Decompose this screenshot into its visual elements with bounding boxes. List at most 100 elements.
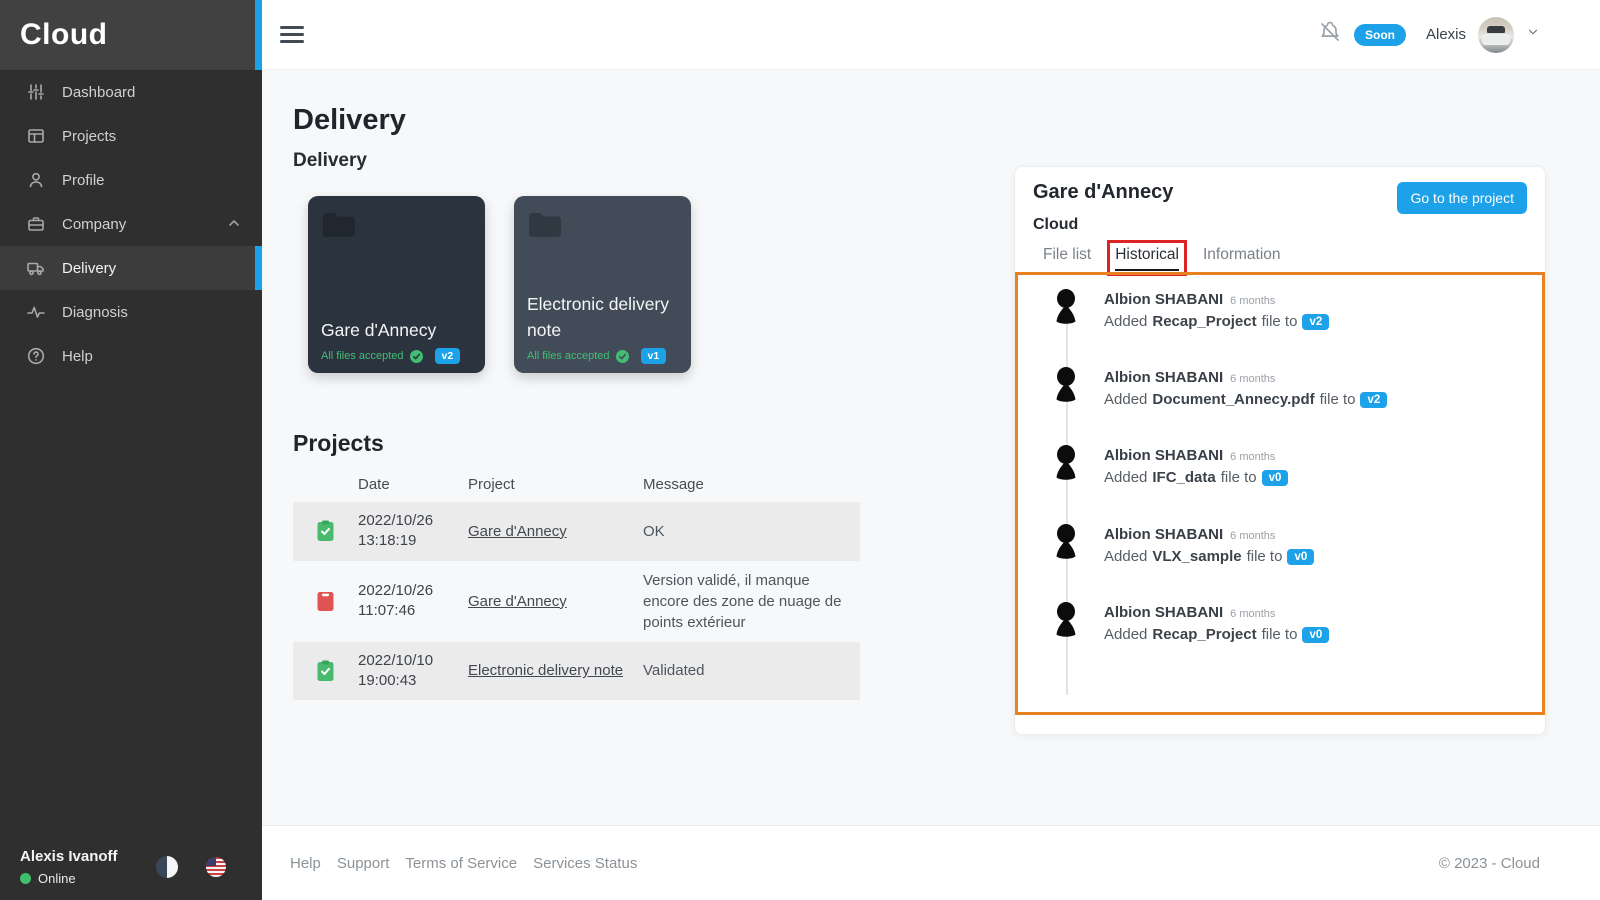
topbar: Soon Alexis (262, 0, 1600, 70)
user-avatar[interactable] (1478, 16, 1514, 53)
version-badge: v0 (1287, 548, 1315, 565)
user-silhouette-icon (1056, 289, 1076, 324)
language-flag-icon[interactable] (206, 857, 226, 877)
project-link[interactable]: Gare d'Annecy (468, 593, 567, 610)
tab-historical[interactable]: Historical (1107, 240, 1187, 276)
table-header-row: Date Project Message (293, 466, 860, 502)
timeline-entry: Albion SHABANI 6 months Added Recap_Projec… (1052, 602, 1330, 643)
timeline-user: Albion SHABANI (1104, 291, 1224, 308)
row-message: Validated (643, 662, 705, 680)
timeline-user: Albion SHABANI (1104, 526, 1224, 543)
sidebar-item-label: Diagnosis (62, 303, 128, 321)
topbar-right: Soon Alexis (1318, 16, 1540, 53)
column-header-project: Project (468, 475, 515, 493)
accent-strip (255, 0, 262, 70)
files-accepted-label: All files accepted (321, 350, 404, 362)
truck-icon (27, 262, 44, 276)
timeline-entry: Albion SHABANI 6 months Added Recap_Projec… (1052, 289, 1330, 330)
briefcase-icon (28, 217, 44, 231)
timeline-message: Added Document_Annecy.pdf file to v2 (1104, 391, 1388, 408)
footer-link-services-status[interactable]: Services Status (533, 855, 637, 872)
sliders-icon (28, 84, 44, 100)
sidebar-item-profile[interactable]: Profile (0, 158, 262, 202)
sidebar-item-diagnosis[interactable]: Diagnosis (0, 290, 262, 334)
version-badge: v0 (1261, 469, 1289, 486)
page-footer: Help Support Terms of Service Services S… (262, 825, 1600, 900)
timeline-time: 6 months (1230, 530, 1276, 542)
soon-badge[interactable]: Soon (1353, 23, 1406, 46)
delivery-card-gare-dannecy[interactable]: Gare d'Annecy All files accepted v2 (308, 196, 485, 373)
online-label: Online (38, 871, 76, 886)
sidebar-item-dashboard[interactable]: Dashboard (0, 70, 262, 114)
table-row: 2022/10/10 19:00:43 Electronic delivery … (293, 641, 860, 700)
app-logo: Cloud (20, 18, 108, 51)
timeline-message: Added Recap_Project file to v2 (1104, 313, 1330, 330)
timeline-message: Added VLX_sample file to v0 (1104, 548, 1315, 565)
table-row: 2022/10/26 11:07:46 Gare d'Annecy Versio… (293, 561, 860, 642)
bell-slash-icon[interactable] (1318, 20, 1342, 49)
sidebar-item-label: Delivery (62, 259, 117, 277)
timeline-entry: Albion SHABANI 6 months Added IFC_data file… (1052, 445, 1289, 486)
chevron-down-icon[interactable] (1526, 25, 1540, 44)
sidebar-item-help[interactable]: Help (0, 334, 262, 378)
active-accent-strip (255, 246, 262, 290)
card-status: All files accepted v1 (527, 348, 667, 364)
timeline-time: 6 months (1230, 295, 1276, 307)
folder-icon (323, 213, 355, 237)
table-row: 2022/10/26 13:18:19 Gare d'Annecy OK (293, 502, 860, 561)
footer-link-terms[interactable]: Terms of Service (405, 855, 517, 872)
project-link[interactable]: Gare d'Annecy (468, 523, 567, 540)
timeline-entry: Albion SHABANI 6 months Added VLX_sample fi… (1052, 524, 1315, 565)
files-accepted-label: All files accepted (527, 350, 610, 362)
footer-link-help[interactable]: Help (290, 855, 321, 872)
clipboard-rejected-icon (317, 592, 334, 611)
row-date: 2022/10/26 13:18:19 (358, 512, 434, 550)
panel-tabs: File list Historical Information (1043, 240, 1281, 276)
go-to-project-button[interactable]: Go to the project (1397, 182, 1527, 214)
folder-icon (529, 213, 561, 237)
footer-links: Help Support Terms of Service Services S… (290, 855, 637, 872)
version-badge: v2 (434, 348, 461, 364)
row-status (293, 660, 358, 682)
chevron-up-icon (228, 216, 240, 233)
annotation-orange-box: Albion SHABANI 6 months Added Recap_Projec… (1015, 272, 1545, 715)
sidebar: Cloud Dashboard Projects Profile Company (0, 0, 262, 900)
question-circle-icon (27, 347, 45, 365)
card-title: Electronic delivery note (527, 294, 669, 340)
tab-file-list[interactable]: File list (1043, 246, 1091, 264)
projects-table: Date Project Message 2022/10/26 13:18:19… (293, 466, 860, 700)
project-link[interactable]: Electronic delivery note (468, 662, 623, 679)
row-message: Version validé, il manque encore des zon… (643, 571, 842, 631)
sidebar-item-label: Projects (62, 127, 117, 145)
tab-historical-label: Historical (1115, 246, 1179, 263)
check-circle-icon (615, 349, 629, 363)
active-tab-underline (1115, 269, 1179, 271)
row-status (293, 520, 358, 542)
projects-title: Projects (293, 430, 384, 456)
sidebar-user: Alexis Ivanoff Online (20, 848, 118, 886)
project-detail-panel: Gare d'Annecy Go to the project Cloud Fi… (1014, 166, 1546, 735)
clipboard-check-icon (317, 660, 334, 681)
row-date: 2022/10/10 19:00:43 (358, 651, 434, 689)
avatar-detail (1487, 25, 1505, 33)
delivery-card-electronic-note[interactable]: Electronic delivery note All files accep… (514, 196, 691, 373)
hamburger-menu-icon[interactable] (274, 20, 310, 49)
person-icon (29, 172, 43, 188)
sidebar-item-label: Dashboard (62, 83, 136, 101)
logo-area: Cloud (0, 0, 262, 70)
row-status (293, 590, 358, 612)
row-date: 2022/10/26 11:07:46 (358, 581, 434, 619)
tab-information[interactable]: Information (1203, 246, 1281, 264)
copyright: © 2023 - Cloud (1438, 854, 1540, 872)
theme-toggle-icon[interactable] (156, 856, 178, 878)
avatar-detail (1482, 33, 1510, 45)
sidebar-item-projects[interactable]: Projects (0, 114, 262, 158)
sidebar-item-company[interactable]: Company (0, 202, 262, 246)
sidebar-footer: Alexis Ivanoff Online (0, 848, 262, 886)
version-badge: v2 (1302, 313, 1330, 330)
footer-link-support[interactable]: Support (337, 855, 390, 872)
column-header-message: Message (643, 475, 704, 493)
sidebar-item-delivery[interactable]: Delivery (0, 246, 262, 290)
timeline-entry: Albion SHABANI 6 months Added Document_Ann… (1052, 367, 1388, 408)
version-badge: v2 (1360, 391, 1388, 408)
